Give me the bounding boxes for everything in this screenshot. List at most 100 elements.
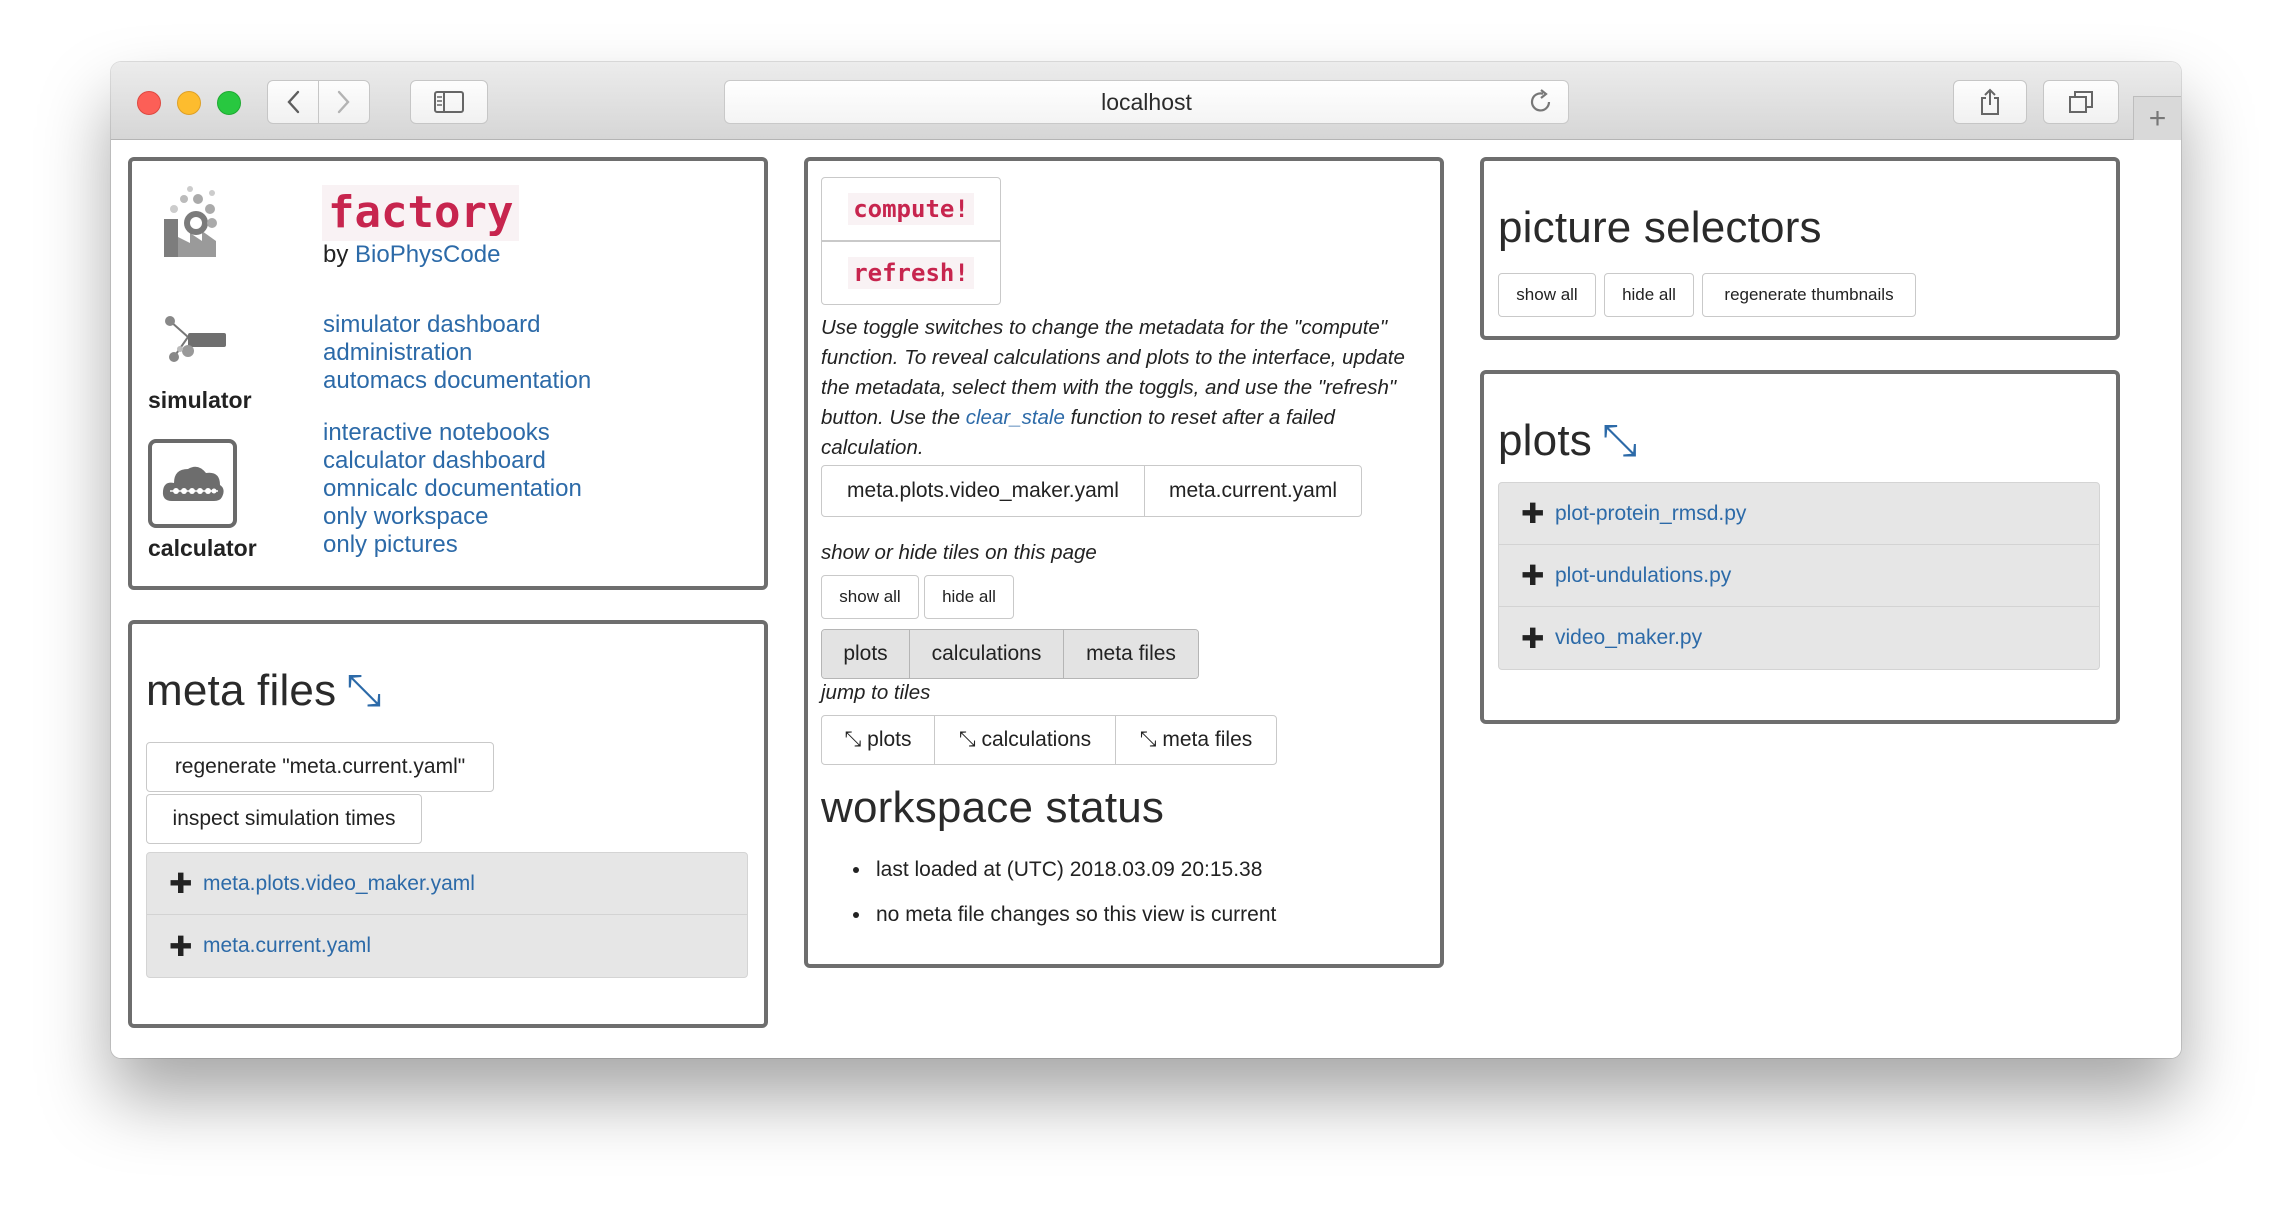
tab-overview-button[interactable] [2043, 80, 2119, 124]
factory-title: factory [322, 185, 520, 241]
forward-button[interactable] [318, 80, 370, 124]
sidebar-toggle-button[interactable] [410, 80, 488, 124]
plots-title: plots [1498, 416, 1592, 465]
list-item[interactable]: ✚ plot-protein_rmsd.py [1499, 483, 2099, 545]
plus-icon: + [2148, 101, 2167, 135]
toggle-calculations-tile[interactable]: calculations [910, 630, 1064, 678]
automacs-documentation-link[interactable]: automacs documentation [323, 367, 591, 394]
list-item: no meta file changes so this view is cur… [872, 892, 1276, 937]
plus-icon: ✚ [169, 930, 193, 962]
byline: by BioPhysCode [323, 241, 500, 269]
regenerate-meta-button[interactable]: regenerate "meta.current.yaml" [146, 742, 494, 792]
compute-tile: compute! refresh! Use toggle switches to… [804, 157, 1444, 968]
share-icon [1981, 88, 1999, 115]
simulator-links: simulator dashboard administration autom… [323, 311, 591, 395]
close-window-button[interactable] [137, 91, 161, 115]
chevron-left-icon [287, 90, 300, 114]
refresh-button[interactable]: refresh! [821, 241, 1001, 305]
page-content: factory by BioPhysCode simulator calcula… [111, 140, 2181, 1058]
calculator-label: calculator [148, 535, 257, 561]
biophyscode-link[interactable]: BioPhysCode [355, 241, 500, 268]
compute-button[interactable]: compute! [821, 177, 1001, 241]
toggle-meta-current[interactable]: meta.current.yaml [1144, 465, 1362, 517]
plots-tile: plots ⤡ ✚ plot-protein_rmsd.py ✚ plot-und… [1480, 370, 2120, 724]
meta-files-title: meta files [146, 666, 337, 715]
new-tab-button[interactable]: + [2133, 96, 2181, 140]
tabs-icon [2069, 91, 2093, 113]
factory-logo-icon [160, 185, 224, 264]
workspace-status-list: last loaded at (UTC) 2018.03.09 20:15.38… [848, 847, 1276, 937]
only-workspace-link[interactable]: only workspace [323, 503, 488, 530]
plots-list: ✚ plot-protein_rmsd.py ✚ plot-undulation… [1498, 482, 2100, 670]
jump-meta-files-button[interactable]: ⤡ meta files [1115, 715, 1277, 765]
tile-visibility-toggles: plots calculations meta files [821, 629, 1199, 679]
omnicalc-documentation-link[interactable]: omnicalc documentation [323, 475, 582, 502]
meta-file-link[interactable]: meta.plots.video_maker.yaml [203, 872, 475, 896]
simulator-icon [160, 311, 230, 378]
list-item[interactable]: ✚ meta.plots.video_maker.yaml [147, 853, 747, 915]
list-item: last loaded at (UTC) 2018.03.09 20:15.38 [872, 847, 1276, 892]
show-hide-label: show or hide tiles on this page [821, 541, 1097, 564]
calculator-icon-button[interactable] [148, 439, 237, 528]
share-button[interactable] [1953, 80, 2027, 124]
jump-calculations-button[interactable]: ⤡ calculations [934, 715, 1116, 765]
clear-stale-link[interactable]: clear_stale [966, 406, 1065, 429]
url-text: localhost [1101, 88, 1192, 115]
chevron-right-icon [337, 90, 350, 114]
byline-prefix: by [323, 241, 356, 268]
plus-icon: ✚ [1521, 498, 1545, 529]
desktop: localhost + factory by BioPhysCode simul… [0, 0, 2292, 1218]
show-all-tiles-button[interactable]: show all [821, 575, 919, 619]
address-bar[interactable]: localhost [724, 80, 1569, 124]
workspace-status-heading: workspace status [821, 783, 1165, 832]
factory-tile: factory by BioPhysCode simulator calcula… [128, 157, 768, 590]
toggle-plots-tile[interactable]: plots [822, 630, 910, 678]
minimize-window-button[interactable] [177, 91, 201, 115]
meta-file-link[interactable]: meta.current.yaml [203, 934, 371, 958]
administration-link[interactable]: administration [323, 339, 472, 366]
meta-files-tile: meta files ⤡ regenerate "meta.current.yam… [128, 620, 768, 1028]
simulator-label: simulator [148, 387, 252, 413]
collapse-arrow-icon[interactable]: ⤡ [1602, 416, 1637, 465]
list-item[interactable]: ✚ plot-undulations.py [1499, 545, 2099, 607]
browser-titlebar: localhost + [111, 62, 2181, 140]
list-item[interactable]: ✚ meta.current.yaml [147, 915, 747, 977]
plots-heading: plots ⤡ [1498, 416, 1637, 466]
compute-label: compute! [848, 193, 974, 225]
plus-icon: ✚ [1521, 622, 1545, 654]
calculator-dashboard-link[interactable]: calculator dashboard [323, 447, 546, 474]
regenerate-thumbnails-button[interactable]: regenerate thumbnails [1702, 273, 1916, 317]
jump-to-tiles-label: jump to tiles [821, 681, 931, 704]
reload-icon[interactable] [1528, 88, 1554, 122]
jump-plots-button[interactable]: ⤡ plots [821, 715, 935, 765]
jump-buttons: ⤡ plots ⤡ calculations ⤡ meta files [821, 715, 1277, 765]
picture-selectors-tile: picture selectors show all hide all rege… [1480, 157, 2120, 340]
refresh-label: refresh! [848, 257, 974, 289]
plot-link[interactable]: plot-undulations.py [1555, 564, 1731, 588]
plot-link[interactable]: plot-protein_rmsd.py [1555, 502, 1746, 526]
sidebar-icon [434, 91, 464, 113]
hide-all-tiles-button[interactable]: hide all [924, 575, 1014, 619]
meta-files-heading: meta files ⤡ [146, 666, 382, 716]
back-button[interactable] [267, 80, 319, 124]
only-pictures-link[interactable]: only pictures [323, 531, 458, 558]
maximize-window-button[interactable] [217, 91, 241, 115]
list-item[interactable]: ✚ video_maker.py [1499, 607, 2099, 669]
pictures-show-all-button[interactable]: show all [1498, 273, 1596, 317]
picture-selectors-heading: picture selectors [1498, 203, 1822, 252]
toggle-meta-plots-video-maker[interactable]: meta.plots.video_maker.yaml [821, 465, 1145, 517]
collapse-arrow-icon[interactable]: ⤡ [346, 666, 381, 715]
pictures-hide-all-button[interactable]: hide all [1604, 273, 1694, 317]
plus-icon: ✚ [1521, 560, 1545, 591]
interactive-notebooks-link[interactable]: interactive notebooks [323, 419, 550, 446]
inspect-simulation-times-button[interactable]: inspect simulation times [146, 794, 422, 844]
plot-link[interactable]: video_maker.py [1555, 626, 1702, 650]
calculator-cloud-icon [162, 466, 224, 501]
compute-instructions: Use toggle switches to change the metada… [821, 313, 1431, 463]
meta-files-list: ✚ meta.plots.video_maker.yaml ✚ meta.cur… [146, 852, 748, 978]
calculator-links: interactive notebooks calculator dashboa… [323, 419, 582, 559]
toggle-meta-files-tile[interactable]: meta files [1064, 630, 1198, 678]
browser-window: localhost + factory by BioPhysCode simul… [111, 62, 2181, 1058]
simulator-dashboard-link[interactable]: simulator dashboard [323, 311, 540, 338]
plus-icon: ✚ [169, 868, 193, 899]
